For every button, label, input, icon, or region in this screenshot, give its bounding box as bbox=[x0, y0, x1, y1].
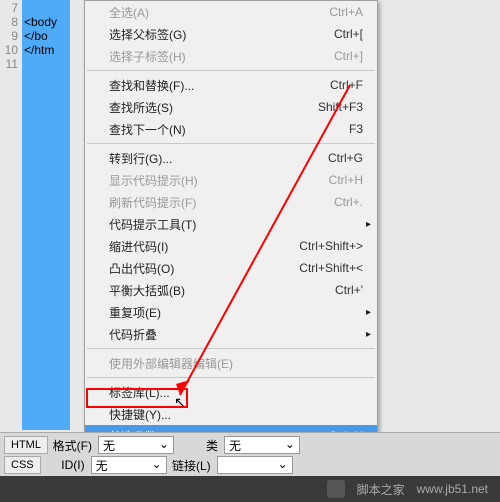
menu-refresh-hints: 刷新代码提示(F)Ctrl+. bbox=[85, 191, 377, 213]
menu-select-parent[interactable]: 选择父标签(G)Ctrl+[ bbox=[85, 23, 377, 45]
class-select[interactable]: 无 bbox=[224, 436, 300, 454]
shortcut: Ctrl+A bbox=[329, 5, 363, 19]
properties-toolbar: HTML 格式(F) 无 类 无 CSS ID(I) 无 链接(L) bbox=[0, 432, 500, 476]
separator bbox=[87, 377, 375, 378]
menu-repeat[interactable]: 重复项(E) bbox=[85, 301, 377, 323]
id-label: ID(I) bbox=[45, 458, 87, 472]
menu-label: 重复项(E) bbox=[109, 304, 363, 321]
menu-find-next[interactable]: 查找下一个(N)F3 bbox=[85, 118, 377, 140]
menu-label: 查找和替换(F)... bbox=[109, 77, 330, 94]
menu-shortcuts[interactable]: 快捷键(Y)... bbox=[85, 403, 377, 425]
logo-icon bbox=[327, 480, 345, 498]
menu-find-selection[interactable]: 查找所选(S)Shift+F3 bbox=[85, 96, 377, 118]
menu-select-child: 选择子标签(H)Ctrl+] bbox=[85, 45, 377, 67]
menu-label: 查找所选(S) bbox=[109, 99, 318, 116]
menu-label: 凸出代码(O) bbox=[109, 260, 299, 277]
line-gutter: 7 8 9 10 11 bbox=[0, 0, 22, 430]
format-select[interactable]: 无 bbox=[98, 436, 174, 454]
menu-label: 显示代码提示(H) bbox=[109, 172, 329, 189]
line-num: 8 bbox=[0, 15, 18, 29]
shortcut: Ctrl+. bbox=[334, 195, 363, 209]
shortcut: F3 bbox=[349, 122, 363, 136]
watermark-footer: 脚本之家 www.jb51.net bbox=[0, 476, 500, 502]
menu-label: 代码折叠 bbox=[109, 326, 363, 343]
tab-html[interactable]: HTML bbox=[4, 436, 48, 454]
shortcut: Ctrl+Shift+< bbox=[299, 261, 363, 275]
link-select[interactable] bbox=[217, 456, 293, 474]
line-num: 11 bbox=[0, 57, 18, 71]
line-num: 7 bbox=[0, 1, 18, 15]
menu-tag-library[interactable]: 标签库(L)... bbox=[85, 381, 377, 403]
menu-label: 快捷键(Y)... bbox=[109, 406, 363, 423]
menu-label: 标签库(L)... bbox=[109, 384, 363, 401]
line-num: 9 bbox=[0, 29, 18, 43]
site-url: www.jb51.net bbox=[417, 482, 488, 496]
shortcut: Ctrl+' bbox=[335, 283, 363, 297]
menu-label: 转到行(G)... bbox=[109, 150, 328, 167]
shortcut: Ctrl+F bbox=[330, 78, 363, 92]
menu-label: 全选(A) bbox=[109, 4, 329, 21]
menu-label: 平衡大括弧(B) bbox=[109, 282, 335, 299]
menu-code-fold[interactable]: 代码折叠 bbox=[85, 323, 377, 345]
shortcut: Ctrl+H bbox=[329, 173, 363, 187]
menu-label: 选择父标签(G) bbox=[109, 26, 334, 43]
shortcut: Shift+F3 bbox=[318, 100, 363, 114]
tab-css[interactable]: CSS bbox=[4, 456, 41, 474]
menu-label: 查找下一个(N) bbox=[109, 121, 349, 138]
shortcut: Ctrl+] bbox=[334, 49, 363, 63]
menu-label: 选择子标签(H) bbox=[109, 48, 334, 65]
menu-label: 刷新代码提示(F) bbox=[109, 194, 334, 211]
separator bbox=[87, 143, 375, 144]
menu-goto-line[interactable]: 转到行(G)...Ctrl+G bbox=[85, 147, 377, 169]
class-label: 类 bbox=[178, 437, 220, 454]
menu-label: 代码提示工具(T) bbox=[109, 216, 363, 233]
menu-label: 缩进代码(I) bbox=[109, 238, 299, 255]
menu-show-hints: 显示代码提示(H)Ctrl+H bbox=[85, 169, 377, 191]
menu-select-all: 全选(A)Ctrl+A bbox=[85, 1, 377, 23]
shortcut: Ctrl+Shift+> bbox=[299, 239, 363, 253]
site-name: 脚本之家 bbox=[357, 481, 405, 498]
shortcut: Ctrl+[ bbox=[334, 27, 363, 41]
shortcut: Ctrl+G bbox=[328, 151, 363, 165]
line-num: 10 bbox=[0, 43, 18, 57]
id-select[interactable]: 无 bbox=[91, 456, 167, 474]
separator bbox=[87, 348, 375, 349]
format-label: 格式(F) bbox=[52, 437, 94, 454]
separator bbox=[87, 70, 375, 71]
link-label: 链接(L) bbox=[171, 457, 213, 474]
menu-indent[interactable]: 缩进代码(I)Ctrl+Shift+> bbox=[85, 235, 377, 257]
menu-balance-braces[interactable]: 平衡大括弧(B)Ctrl+' bbox=[85, 279, 377, 301]
menu-find-replace[interactable]: 查找和替换(F)...Ctrl+F bbox=[85, 74, 377, 96]
menu-outdent[interactable]: 凸出代码(O)Ctrl+Shift+< bbox=[85, 257, 377, 279]
code-text[interactable]: <body </bo </htm bbox=[22, 0, 70, 430]
menu-hint-tools[interactable]: 代码提示工具(T) bbox=[85, 213, 377, 235]
code-editor: 7 8 9 10 11 <body </bo </htm bbox=[0, 0, 70, 430]
edit-menu: 全选(A)Ctrl+A 选择父标签(G)Ctrl+[ 选择子标签(H)Ctrl+… bbox=[84, 0, 378, 448]
menu-label: 使用外部编辑器编辑(E) bbox=[109, 355, 363, 372]
menu-external-editor: 使用外部编辑器编辑(E) bbox=[85, 352, 377, 374]
